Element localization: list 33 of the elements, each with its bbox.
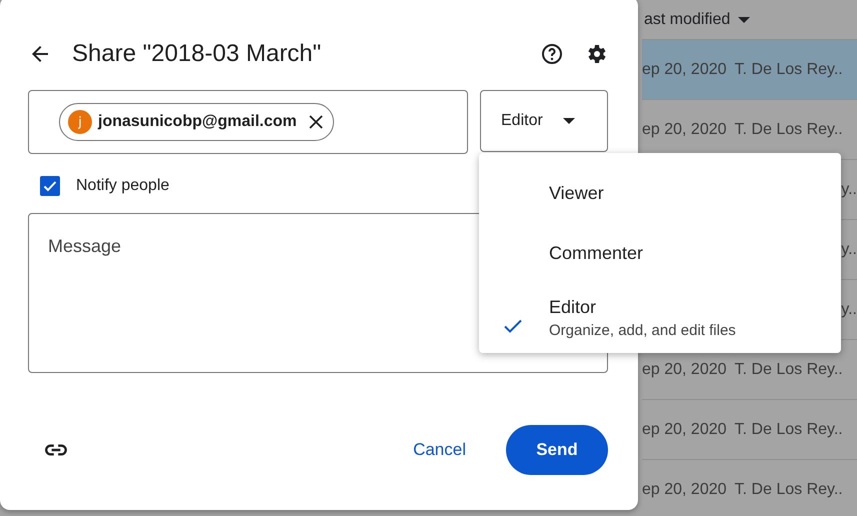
list-row[interactable]: ep 20, 2020 T. De Los Rey.. bbox=[642, 400, 857, 460]
checkbox-label: Notify people bbox=[76, 177, 170, 195]
email-text: jonasunicobp@gmail.com bbox=[98, 113, 297, 131]
caret-icon bbox=[562, 118, 575, 124]
owner-text: T. De Los Rey.. bbox=[734, 60, 843, 78]
avatar-circle: j bbox=[68, 110, 92, 134]
recipient-field[interactable]: j jonasunicobp@gmail.com bbox=[28, 90, 468, 154]
checkbox[interactable] bbox=[40, 176, 60, 196]
close-icon[interactable] bbox=[308, 115, 323, 129]
owner-text: T. De Los Rey.. bbox=[734, 360, 843, 378]
menu-item-label: Viewer bbox=[549, 182, 604, 204]
list-row[interactable]: ep 20, 2020 T. De Los Rey.. bbox=[642, 40, 857, 100]
date-text: ep 20, 2020 bbox=[642, 120, 727, 138]
send-button[interactable]: Send bbox=[506, 425, 608, 475]
owner-text: y.. bbox=[841, 300, 857, 318]
date-text: ep 20, 2020 bbox=[642, 60, 727, 78]
list-row[interactable]: ep 20, 2020 T. De Los Rey.. bbox=[642, 460, 857, 516]
owner-text: T. De Los Rey.. bbox=[734, 120, 843, 138]
dialog-title: Share "2018-03 March" bbox=[72, 40, 322, 68]
sort-caret-icon[interactable] bbox=[738, 16, 750, 22]
date-text: ep 20, 2020 bbox=[642, 480, 727, 498]
help-icon[interactable] bbox=[540, 42, 564, 66]
owner-text: T. De Los Rey.. bbox=[734, 420, 843, 438]
role-dropdown[interactable]: Editor bbox=[480, 90, 608, 152]
menu-item-label: Editor bbox=[549, 297, 598, 318]
cancel-button[interactable]: Cancel bbox=[413, 430, 466, 470]
date-text: ep 20, 2020 bbox=[642, 420, 727, 438]
owner-text: y.. bbox=[841, 180, 857, 198]
owner-text: y.. bbox=[841, 240, 857, 258]
owner-text: T. De Los Rey.. bbox=[734, 480, 843, 498]
date-text: ep 20, 2020 bbox=[642, 360, 727, 378]
column-header[interactable]: ast modified bbox=[644, 10, 730, 28]
recipient-chip[interactable]: j jonasunicobp@gmail.com bbox=[59, 103, 334, 141]
